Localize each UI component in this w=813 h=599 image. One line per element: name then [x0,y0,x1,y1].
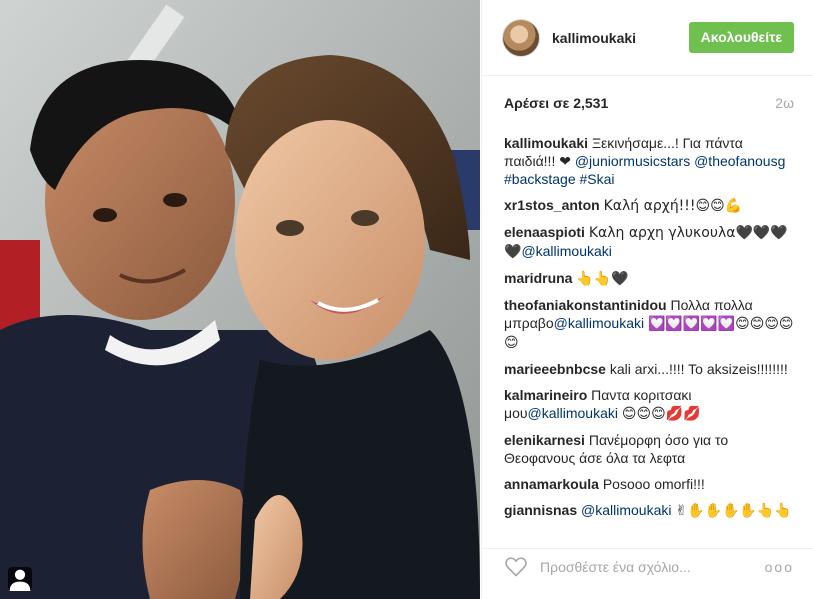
post-meta: Αρέσει σε 2,531 2ω [504,95,794,111]
comment-item: annamarkoula Posooo omorfi!!! [504,475,794,493]
comment-list: kallimoukaki Ξεκινήσαμε...! Για πάντα πα… [504,134,794,528]
caption-mention[interactable]: @juniormusicstars [575,153,690,169]
comment-emoji: 😊😊😊💋💋 [621,406,701,422]
follow-button[interactable]: Ακολουθείτε [688,22,794,53]
comment-username[interactable]: maridruna [504,270,572,286]
author-username[interactable]: kallimoukaki [552,30,689,46]
post-sidebar: kallimoukaki Ακολουθείτε Αρέσει σε 2,531… [481,0,813,599]
comment-item: giannisnas @kallimoukaki ✌✋✋✋✋👆👆 [504,501,794,520]
comment-text: Καλή αρχή!!!😊😊💪 [603,198,743,214]
caption-username[interactable]: kallimoukaki [504,135,588,151]
post-header: kallimoukaki Ακολουθείτε [482,0,813,76]
comment-bar: ooo [482,548,813,584]
comment-username[interactable]: kalmarineiro [504,387,587,403]
comment-item: xr1stos_anton Καλή αρχή!!!😊😊💪 [504,196,794,215]
comment-username[interactable]: xr1stos_anton [504,197,600,213]
more-options-icon[interactable]: ooo [765,559,794,575]
heart-icon[interactable] [504,555,528,579]
comment-item: elenaaspioti Καλη αρχη γλυκουλα🖤🖤🖤🖤@kall… [504,223,794,261]
comment-item: kalmarineiro Παντα κοριτσακι μου@kallimo… [504,386,794,423]
likes-count[interactable]: Αρέσει σε 2,531 [504,95,608,111]
comment-text: 👆👆🖤 [576,271,629,287]
post-time[interactable]: 2ω [775,95,794,111]
post-photo[interactable] [0,0,480,599]
comment-username[interactable]: marieeebnbcse [504,361,606,377]
comment-text: Posooo omorfi!!! [602,476,705,492]
photo-illustration [0,0,480,599]
comment-item: maridruna 👆👆🖤 [504,269,794,288]
comment-username[interactable]: annamarkoula [504,476,599,492]
user-tag-icon[interactable] [8,567,32,591]
comment-username[interactable]: elenaaspioti [504,224,585,240]
comment-item: elenikarnesi Πανέμορφη όσο για το Θεοφαν… [504,431,794,467]
comment-username[interactable]: giannisnas [504,502,577,518]
comment-emoji: ✌✋✋✋✋👆👆 [675,503,792,519]
comment-username[interactable]: elenikarnesi [504,432,585,448]
comment-mention[interactable]: @kallimoukaki [581,502,671,518]
comment-mention[interactable]: @kallimoukaki [521,243,611,259]
caption: kallimoukaki Ξεκινήσαμε...! Για πάντα πα… [504,134,794,188]
comment-mention[interactable]: @kallimoukaki [528,405,618,421]
avatar[interactable] [502,18,540,57]
comment-item: marieeebnbcse kali arxi...!!!! To aksize… [504,360,794,378]
comment-item: theofaniakonstantinidou Πολλα πολλα μπρα… [504,296,794,352]
comment-username[interactable]: theofaniakonstantinidou [504,297,667,313]
comment-input[interactable] [540,558,765,575]
comment-mention[interactable]: @kallimoukaki [554,315,644,331]
comment-text: kali arxi...!!!! To aksizeis!!!!!!!! [609,361,788,377]
